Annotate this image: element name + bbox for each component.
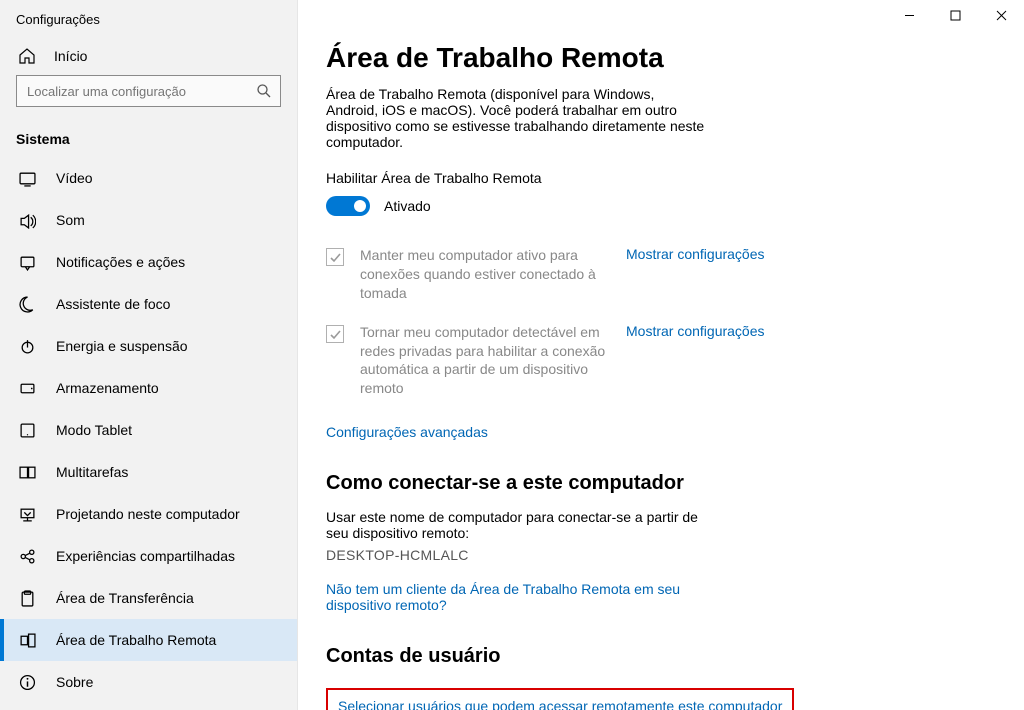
clipboard-icon bbox=[18, 589, 36, 607]
advanced-settings-link[interactable]: Configurações avançadas bbox=[326, 424, 488, 440]
nav-item-shared[interactable]: Experiências compartilhadas bbox=[0, 535, 297, 577]
search-input[interactable] bbox=[25, 83, 256, 100]
nav-item-focus[interactable]: Assistente de foco bbox=[0, 283, 297, 325]
option1-checkbox[interactable] bbox=[326, 248, 344, 266]
option2-text: Tornar meu computador detectável em rede… bbox=[360, 323, 620, 399]
about-icon bbox=[18, 673, 36, 691]
close-button[interactable] bbox=[978, 0, 1024, 30]
focus-icon bbox=[18, 295, 36, 313]
nav-item-about[interactable]: Sobre bbox=[0, 661, 297, 703]
nav-item-clipboard[interactable]: Área de Transferência bbox=[0, 577, 297, 619]
maximize-button[interactable] bbox=[932, 0, 978, 30]
highlight-box: Selecionar usuários que podem acessar re… bbox=[326, 688, 794, 710]
pc-name: DESKTOP-HCMLALC bbox=[326, 547, 996, 563]
multitask-icon bbox=[18, 463, 36, 481]
search-icon bbox=[256, 83, 272, 99]
nav-item-storage[interactable]: Armazenamento bbox=[0, 367, 297, 409]
option1-text: Manter meu computador ativo para conexõe… bbox=[360, 246, 620, 303]
nav-item-label: Armazenamento bbox=[56, 380, 159, 396]
sound-icon bbox=[18, 211, 36, 229]
nav-item-sound[interactable]: Som bbox=[0, 199, 297, 241]
minimize-button[interactable] bbox=[886, 0, 932, 30]
tablet-icon bbox=[18, 421, 36, 439]
nav-item-project[interactable]: Projetando neste computador bbox=[0, 493, 297, 535]
sidebar: Configurações Início Sistema Vídeo Som Not… bbox=[0, 0, 298, 710]
home-button[interactable]: Início bbox=[0, 37, 297, 75]
select-users-link[interactable]: Selecionar usuários que podem acessar re… bbox=[338, 698, 782, 710]
nav-item-notifications[interactable]: Notificações e ações bbox=[0, 241, 297, 283]
search-box[interactable] bbox=[16, 75, 281, 107]
nav-item-label: Área de Transferência bbox=[56, 590, 194, 606]
option2-settings-link[interactable]: Mostrar configurações bbox=[626, 323, 786, 339]
nav-item-label: Sobre bbox=[56, 674, 93, 690]
nav-item-label: Som bbox=[56, 212, 85, 228]
nav-item-label: Área de Trabalho Remota bbox=[56, 632, 216, 648]
video-icon bbox=[18, 169, 36, 187]
connect-helper: Usar este nome de computador para conect… bbox=[326, 509, 706, 541]
nav-item-video[interactable]: Vídeo bbox=[0, 157, 297, 199]
power-icon bbox=[18, 337, 36, 355]
nav-item-label: Assistente de foco bbox=[56, 296, 170, 312]
nav-item-label: Modo Tablet bbox=[56, 422, 132, 438]
nav-item-label: Energia e suspensão bbox=[56, 338, 188, 354]
storage-icon bbox=[18, 379, 36, 397]
project-icon bbox=[18, 505, 36, 523]
nav-list: Vídeo Som Notificações e ações Assistente d… bbox=[0, 157, 297, 703]
nav-item-label: Multitarefas bbox=[56, 464, 128, 480]
nav-item-label: Notificações e ações bbox=[56, 254, 185, 270]
nav-item-remote[interactable]: Área de Trabalho Remota bbox=[0, 619, 297, 661]
nav-item-label: Vídeo bbox=[56, 170, 93, 186]
titlebar bbox=[886, 0, 1024, 30]
main-content: Área de Trabalho Remota Área de Trabalho… bbox=[298, 0, 1024, 710]
home-label: Início bbox=[54, 48, 87, 64]
remote-icon bbox=[18, 631, 36, 649]
page-description: Área de Trabalho Remota (disponível para… bbox=[326, 86, 706, 150]
shared-icon bbox=[18, 547, 36, 565]
enable-toggle[interactable] bbox=[326, 196, 370, 216]
no-client-link[interactable]: Não tem um cliente da Área de Trabalho R… bbox=[326, 581, 680, 613]
option2-checkbox[interactable] bbox=[326, 325, 344, 343]
page-title: Área de Trabalho Remota bbox=[326, 42, 996, 74]
nav-item-multitask[interactable]: Multitarefas bbox=[0, 451, 297, 493]
toggle-state: Ativado bbox=[384, 198, 431, 214]
nav-item-label: Experiências compartilhadas bbox=[56, 548, 235, 564]
nav-item-label: Projetando neste computador bbox=[56, 506, 240, 522]
enable-label: Habilitar Área de Trabalho Remota bbox=[326, 170, 996, 186]
option1-settings-link[interactable]: Mostrar configurações bbox=[626, 246, 786, 262]
home-icon bbox=[18, 47, 36, 65]
app-title: Configurações bbox=[0, 12, 297, 37]
nav-item-tablet[interactable]: Modo Tablet bbox=[0, 409, 297, 451]
nav-item-power[interactable]: Energia e suspensão bbox=[0, 325, 297, 367]
users-heading: Contas de usuário bbox=[326, 645, 996, 668]
group-label: Sistema bbox=[0, 117, 297, 157]
connect-heading: Como conectar-se a este computador bbox=[326, 472, 996, 495]
notifications-icon bbox=[18, 253, 36, 271]
